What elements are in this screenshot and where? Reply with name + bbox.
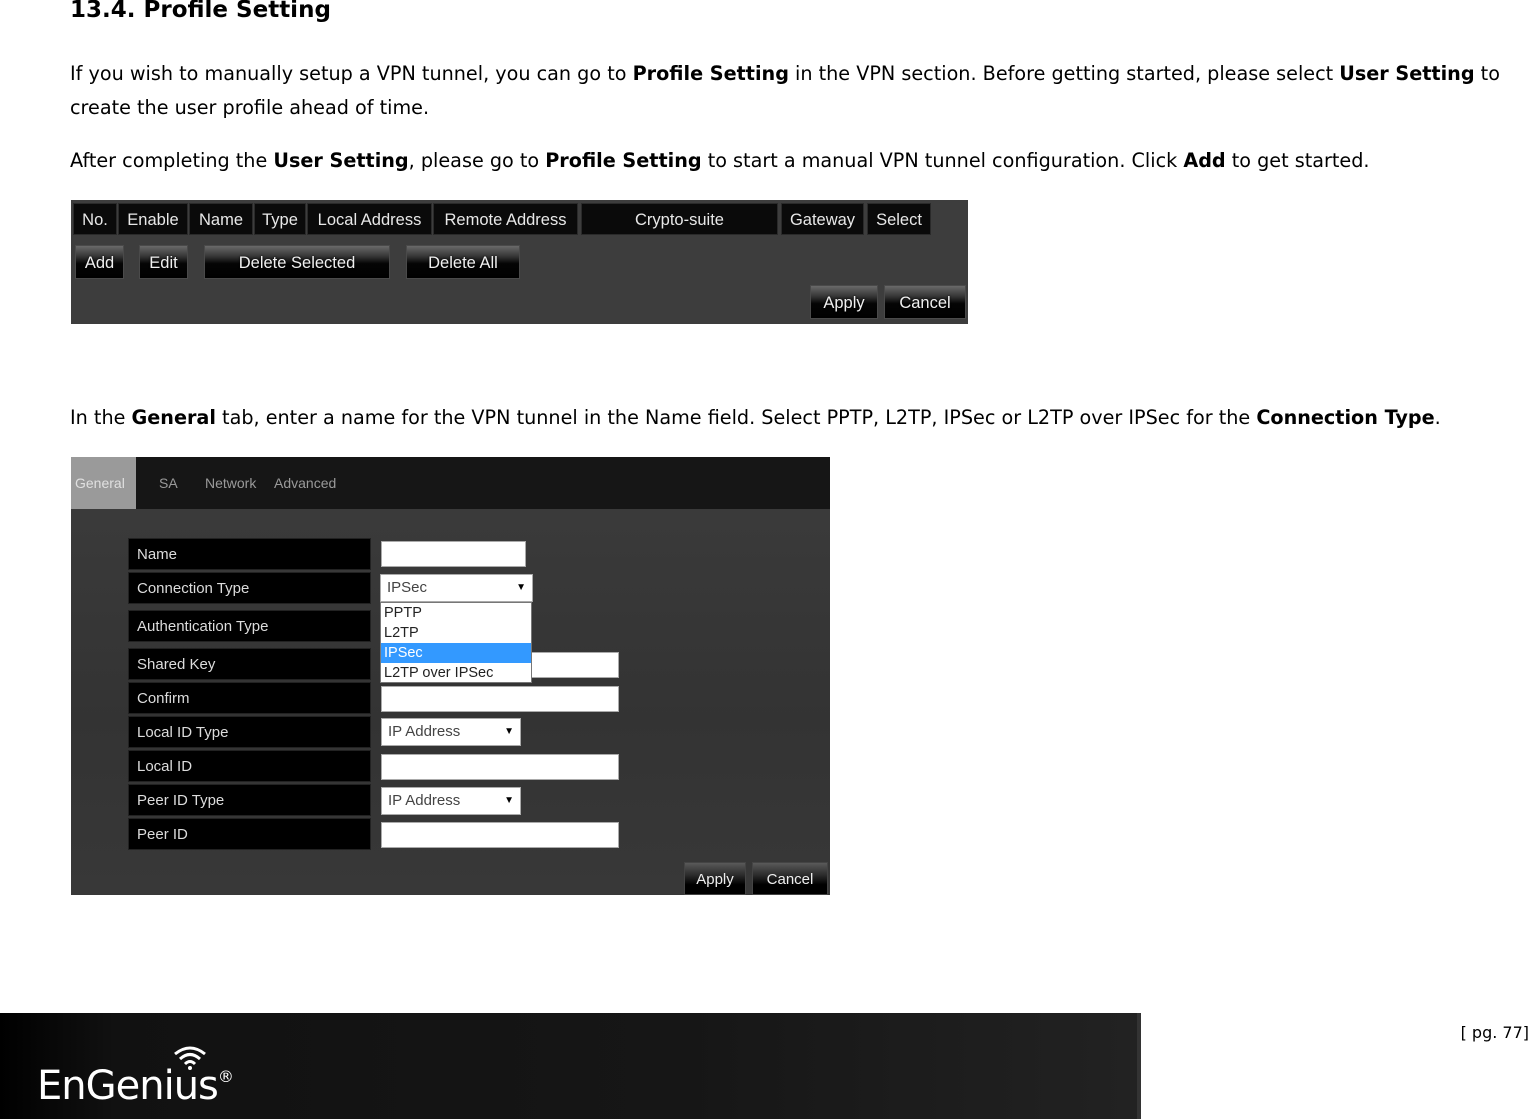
cancel-button[interactable]: Cancel (884, 285, 966, 319)
add-instruction-paragraph: After completing the User Setting, pleas… (70, 144, 1520, 178)
local-id-label: Local ID (128, 750, 371, 782)
confirm-label: Confirm (128, 682, 371, 714)
text-run: , please go to (408, 149, 546, 172)
column-header-crypto-suite: Crypto-suite (581, 203, 778, 235)
text-run: in the VPN section. Before getting start… (788, 62, 1340, 85)
chevron-down-icon: ▼ (504, 726, 514, 737)
general-settings-panel: General SA Network Advanced Name Connect… (71, 457, 830, 895)
peer-id-type-label: Peer ID Type (128, 784, 371, 816)
column-header-no: No. (73, 203, 117, 235)
delete-selected-button[interactable]: Delete Selected (204, 245, 390, 279)
bold-term: User Setting (273, 149, 409, 172)
bold-term: Add (1183, 149, 1226, 172)
dropdown-option-l2tp[interactable]: L2TP (381, 623, 531, 643)
column-header-local-address: Local Address (307, 203, 432, 235)
authentication-type-label: Authentication Type (128, 610, 371, 642)
bold-term: Connection Type (1256, 406, 1435, 429)
bold-term: Profile Setting (632, 62, 789, 85)
text-run: If you wish to manually setup a VPN tunn… (70, 62, 633, 85)
column-header-type: Type (254, 203, 306, 235)
tab-sa[interactable]: SA (159, 457, 178, 509)
tab-network[interactable]: Network (205, 457, 256, 509)
text-run: In the (70, 406, 132, 429)
delete-all-button[interactable]: Delete All (406, 245, 520, 279)
connection-type-value: IPSec (387, 579, 428, 596)
edit-button[interactable]: Edit (139, 245, 188, 279)
profile-list-panel: No. Enable Name Type Local Address Remot… (71, 200, 968, 324)
peer-id-type-value: IP Address (388, 792, 461, 809)
chevron-down-icon: ▼ (516, 582, 526, 593)
add-button[interactable]: Add (75, 245, 124, 279)
local-id-type-label: Local ID Type (128, 716, 371, 748)
column-header-name: Name (189, 203, 253, 235)
confirm-input[interactable] (381, 686, 619, 712)
shared-key-label: Shared Key (128, 648, 371, 680)
text-run: After completing the (70, 149, 274, 172)
logo-text: EnGenius (37, 1063, 219, 1109)
bold-term: Profile Setting (545, 149, 702, 172)
name-input[interactable] (381, 541, 526, 567)
column-header-gateway: Gateway (781, 203, 864, 235)
peer-id-type-select[interactable]: IP Address ▼ (381, 787, 521, 815)
apply-button[interactable]: Apply (810, 285, 878, 319)
connection-type-label: Connection Type (128, 572, 371, 604)
chevron-down-icon: ▼ (504, 795, 514, 806)
name-label: Name (128, 538, 371, 570)
bold-term: User Setting (1339, 62, 1475, 85)
bold-term: General (131, 406, 216, 429)
section-heading: 13.4. Profile Setting (70, 0, 331, 23)
column-header-select: Select (867, 203, 931, 235)
registered-mark: ® (217, 1067, 234, 1086)
connection-type-select[interactable]: IPSec ▼ (380, 574, 533, 602)
engenius-logo: EnGenius® (37, 1063, 234, 1109)
dropdown-option-pptp[interactable]: PPTP (381, 603, 531, 623)
text-run: to get started. (1225, 149, 1370, 172)
peer-id-input[interactable] (381, 822, 619, 848)
tab-advanced[interactable]: Advanced (274, 457, 336, 509)
peer-id-label: Peer ID (128, 818, 371, 850)
page-footer-banner: EnGenius® (0, 1013, 1141, 1119)
column-header-enable: Enable (118, 203, 188, 235)
local-id-type-value: IP Address (388, 723, 461, 740)
form-apply-button[interactable]: Apply (684, 862, 746, 895)
local-id-input[interactable] (381, 754, 619, 780)
dropdown-option-l2tp-over-ipsec[interactable]: L2TP over IPSec (381, 663, 531, 683)
tab-bar: General SA Network Advanced (71, 457, 830, 509)
text-run: tab, enter a name for the VPN tunnel in … (215, 406, 1257, 429)
text-run: . (1434, 406, 1441, 429)
connection-type-dropdown: PPTP L2TP IPSec L2TP over IPSec (380, 602, 532, 683)
form-cancel-button[interactable]: Cancel (752, 862, 828, 895)
general-tab-paragraph: In the General tab, enter a name for the… (70, 401, 1520, 435)
intro-paragraph: If you wish to manually setup a VPN tunn… (70, 57, 1520, 125)
column-header-remote-address: Remote Address (433, 203, 578, 235)
text-run: to start a manual VPN tunnel configurati… (701, 149, 1184, 172)
local-id-type-select[interactable]: IP Address ▼ (381, 718, 521, 746)
tab-general[interactable]: General (71, 457, 136, 509)
page-number: [ pg. 77] (1460, 1023, 1529, 1042)
dropdown-option-ipsec[interactable]: IPSec (381, 643, 531, 663)
